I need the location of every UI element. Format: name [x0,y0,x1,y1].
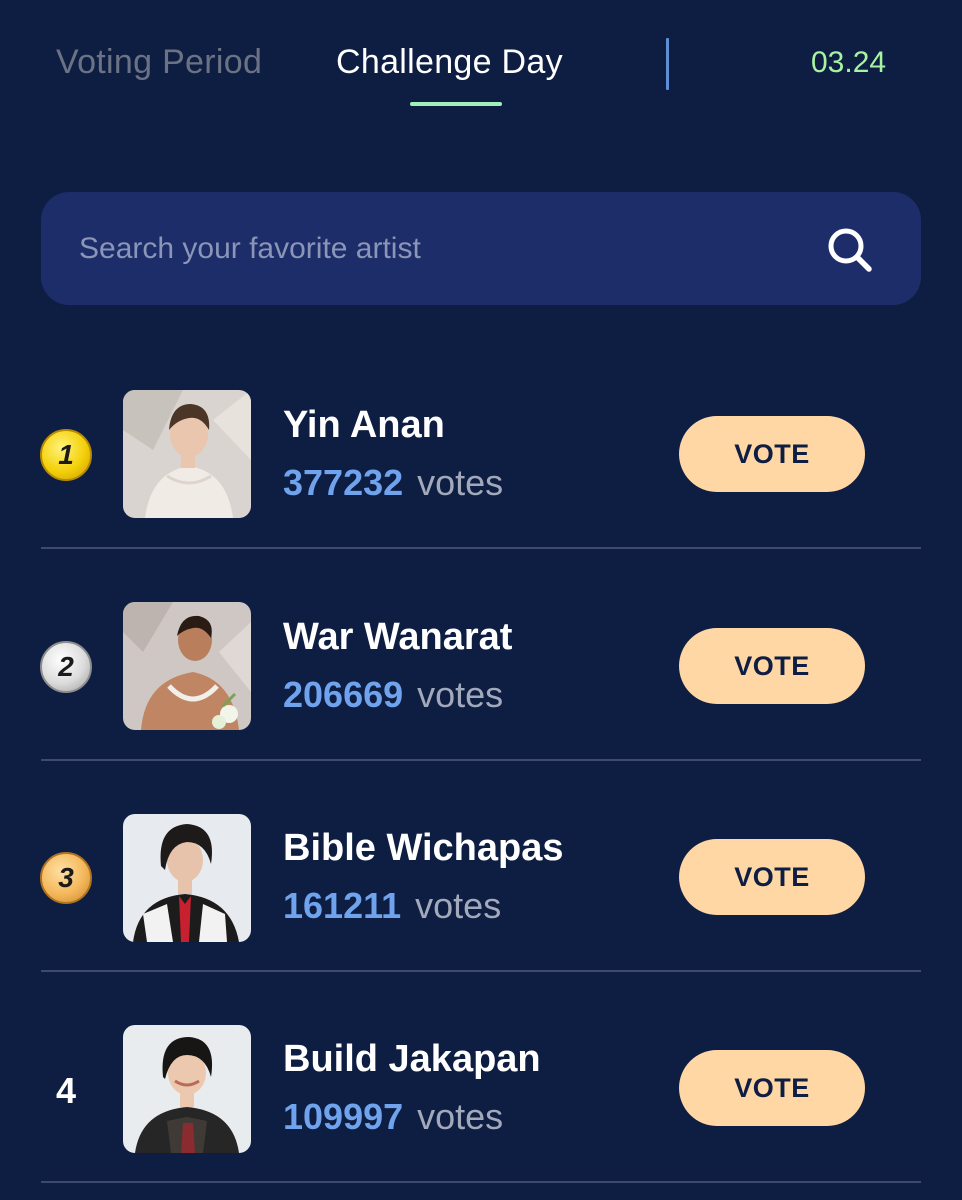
avatar[interactable] [123,1025,251,1153]
search-bar [41,192,921,305]
search-icon[interactable] [825,225,875,275]
list-item: 3 Bible Wichapas 161211 votes VOTE [0,760,962,972]
vote-button[interactable]: VOTE [679,839,865,915]
artist-name: Bible Wichapas [283,827,564,869]
active-tab-indicator [410,102,502,106]
vote-count-unit: votes [417,462,504,503]
artist-name: Yin Anan [283,404,445,446]
row-divider [41,1181,921,1183]
search-input[interactable] [77,222,781,276]
rank-number: 4 [55,1070,77,1111]
vote-button[interactable]: VOTE [679,416,865,492]
vote-count: 109997 votes [283,1095,503,1139]
list-item: 1 Yin Anan 377232 votes VOTE [0,337,962,549]
vote-count-unit: votes [417,674,504,715]
vote-button[interactable]: VOTE [679,1050,865,1126]
avatar[interactable] [123,602,251,730]
period-tabs: Voting Period Challenge Day 03.24 [0,0,962,130]
vote-count-unit: votes [415,885,502,926]
vote-count-number: 206669 [283,674,404,715]
vote-count-number: 109997 [283,1096,404,1137]
avatar[interactable] [123,390,251,518]
vote-count-number: 161211 [283,885,402,926]
list-item: 2 War Wanarat 206669 votes VOTE [0,549,962,761]
artist-name: Build Jakapan [283,1038,541,1080]
vote-count: 377232 votes [283,461,503,505]
rank-number: 1 [58,439,74,470]
bronze-medal-icon: 3 [40,852,92,904]
tab-voting-period[interactable]: Voting Period [56,40,262,84]
silver-medal-icon: 2 [40,641,92,693]
vote-count: 206669 votes [283,673,503,717]
vote-button[interactable]: VOTE [679,628,865,704]
gold-medal-icon: 1 [40,429,92,481]
rank-number: 3 [58,862,74,893]
list-item: 4 Build Jakapan 109997 votes VOTE [0,971,962,1183]
vote-count: 161211 votes [283,884,501,928]
tab-challenge-day[interactable]: Challenge Day [336,40,563,84]
avatar[interactable] [123,814,251,942]
header-divider [666,38,669,90]
artist-name: War Wanarat [283,616,513,658]
rank-number: 2 [58,651,74,682]
vote-count-unit: votes [417,1096,504,1137]
date-label: 03.24 [811,46,887,79]
vote-count-number: 377232 [283,462,404,503]
